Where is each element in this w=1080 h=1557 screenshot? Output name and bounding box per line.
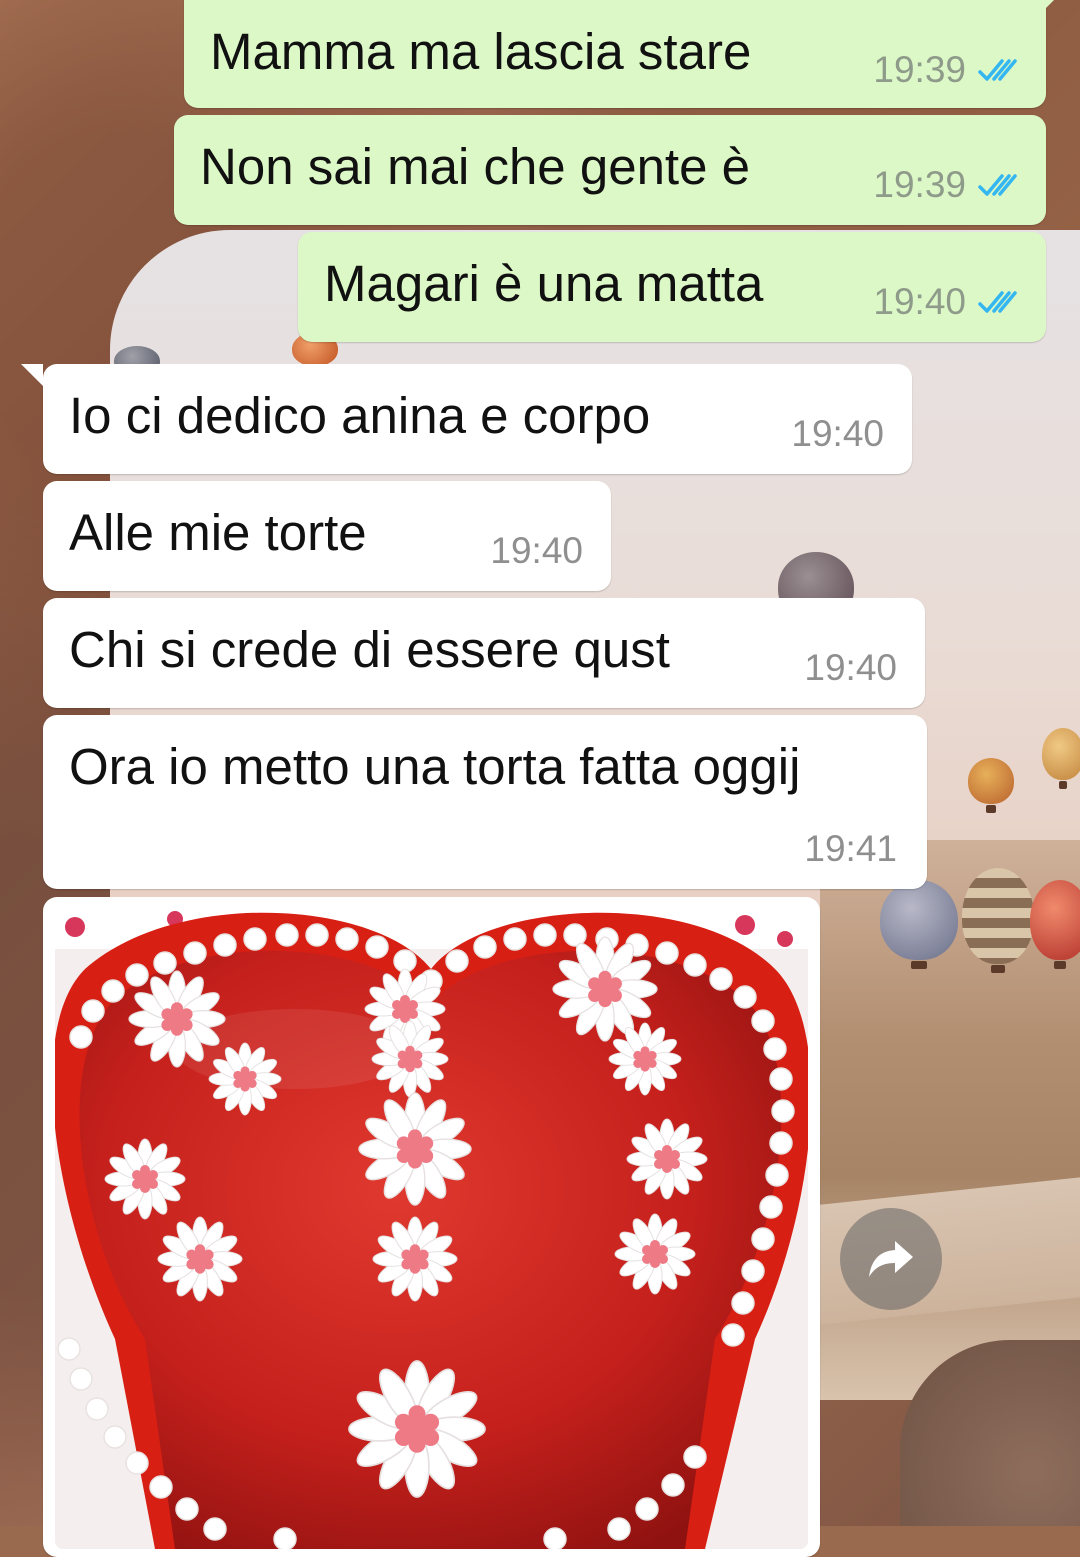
incoming-message[interactable]: Io ci dedico anina e corpo 19:40 xyxy=(21,364,912,474)
message-text: Magari è una matta xyxy=(324,255,764,312)
message-time: 19:39 xyxy=(873,49,966,90)
message-time: 19:40 xyxy=(873,281,966,322)
heart-cake-image xyxy=(55,909,808,1549)
incoming-image-message[interactable] xyxy=(43,897,820,1557)
outgoing-message[interactable]: Magari è una matta 19:40 xyxy=(298,232,1046,342)
incoming-message[interactable]: Ora io metto una torta fatta oggij 19:41 xyxy=(43,715,927,889)
message-time: 19:40 xyxy=(791,413,884,454)
message-meta: 19:40 xyxy=(804,646,897,690)
outgoing-message[interactable]: Mamma ma lascia stare 19:39 xyxy=(184,0,1068,108)
message-time: 19:39 xyxy=(873,164,966,205)
message-text: Io ci dedico anina e corpo xyxy=(69,387,651,444)
message-text: Ora io metto una torta fatta oggij xyxy=(69,738,801,795)
message-meta: 19:40 xyxy=(490,529,583,573)
incoming-message[interactable]: Chi si crede di essere qust 19:40 xyxy=(43,598,925,708)
message-text: Mamma ma lascia stare xyxy=(210,23,752,80)
chat-messages[interactable]: Mamma ma lascia stare 19:39 Non sai mai … xyxy=(0,0,1080,1557)
message-meta: 19:40 xyxy=(873,280,1024,324)
bubble-tail xyxy=(1046,0,1068,8)
outgoing-message[interactable]: Non sai mai che gente è 19:39 xyxy=(174,115,1046,225)
message-time: 19:40 xyxy=(490,530,583,571)
message-text: Alle mie torte xyxy=(69,504,367,561)
cake-photo[interactable] xyxy=(55,909,808,1549)
message-meta: 19:39 xyxy=(873,163,1024,207)
message-text: Chi si crede di essere qust xyxy=(69,621,670,678)
double-check-icon xyxy=(978,174,1017,196)
message-meta: 19:41 xyxy=(804,827,897,871)
incoming-message[interactable]: Alle mie torte 19:40 xyxy=(43,481,611,591)
message-meta: 19:39 xyxy=(873,48,1024,92)
message-meta: 19:40 xyxy=(791,412,884,456)
double-check-icon xyxy=(978,59,1017,81)
double-check-icon xyxy=(978,291,1017,313)
message-time: 19:40 xyxy=(804,647,897,688)
forward-arrow-icon xyxy=(869,1241,913,1277)
bubble-tail xyxy=(21,364,43,386)
message-text: Non sai mai che gente è xyxy=(200,138,750,195)
forward-button[interactable] xyxy=(840,1208,942,1310)
message-time: 19:41 xyxy=(804,828,897,869)
